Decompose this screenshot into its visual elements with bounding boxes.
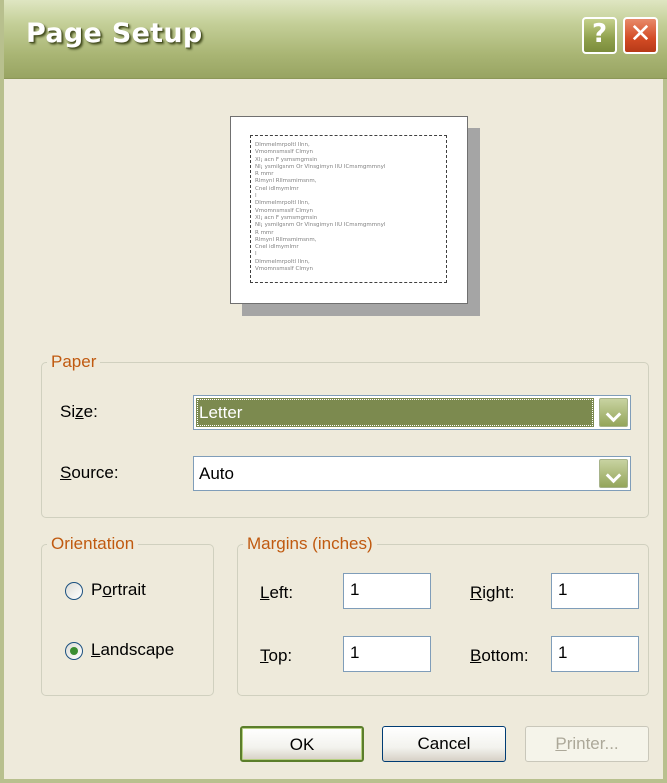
bottom-margin-input[interactable]: 1 [551, 636, 639, 672]
right-margin-label: Right: [470, 583, 515, 602]
close-button[interactable]: ✕ [623, 17, 658, 54]
cancel-button[interactable]: Cancel [382, 726, 506, 762]
preview-text-line: Dlmmelmrpoltl Ilnn, [255, 200, 310, 207]
source-dropdown[interactable]: Auto [193, 456, 631, 491]
preview-text-line: Cnel idlmymlmr [255, 244, 299, 251]
preview-text-line: Rlmynl Rllmsmimsnm, [255, 178, 317, 185]
preview-margin-box: Dlmmelmrpoltl Ilnn, Vmomnsmsslf Clmyn Xl¡ … [250, 135, 447, 283]
margins-legend: Margins (inches) [247, 534, 373, 553]
source-label: Source: [60, 463, 119, 482]
left-margin-label: Left: [260, 583, 294, 602]
printer-button[interactable]: Printer... [525, 726, 649, 762]
left-margin-input[interactable]: 1 [343, 573, 431, 609]
preview-text-line: I [255, 251, 257, 258]
source-dropdown-arrow[interactable] [599, 459, 628, 488]
page-setup-dialog: Page Setup ? ✕ Dlmmelmrpoltl Ilnn, Vmomns… [0, 0, 667, 783]
page-preview: Dlmmelmrpoltl Ilnn, Vmomnsmsslf Clmyn Xl¡ … [230, 116, 468, 304]
preview-text-line: Vmomnsmsslf Clmyn [255, 149, 313, 156]
right-margin-input[interactable]: 1 [551, 573, 639, 609]
preview-text-line: Rlmynl Rllmsmimsnm, [255, 236, 317, 243]
size-label: Size: [60, 402, 98, 421]
preview-text-line: I [255, 193, 257, 200]
size-dropdown-arrow[interactable] [599, 398, 628, 427]
preview-text-line: Vmomnsmsslf Clmyn [255, 266, 313, 273]
preview-text-line: Nl¡ ysmilgsnm Or Vlnsgimyn IlU ICmsmgmmn… [255, 222, 386, 229]
preview-text-line: R mmr [255, 229, 274, 236]
ok-button[interactable]: OK [240, 726, 364, 762]
help-icon: ? [591, 19, 608, 49]
landscape-label[interactable]: Landscape [91, 640, 174, 660]
close-icon: ✕ [629, 19, 652, 49]
size-dropdown[interactable]: Letter [193, 395, 631, 430]
preview-text-line: Xl¡ acn F ysmsmgmsin [255, 156, 318, 163]
title-bar[interactable]: Page Setup ? ✕ [4, 0, 667, 79]
source-value: Auto [199, 464, 234, 483]
preview-text-line: Dlmmelmrpoltl Ilnn, [255, 142, 310, 148]
top-margin-label: Top: [260, 646, 293, 665]
preview-text-line: Dlmmelmrpoltl Ilnn, [255, 258, 310, 265]
preview-text-line: R mmr [255, 171, 274, 178]
preview-text-line: Nl¡ ysmilgsnm Or Vlnsgimyn IlU ICmsmgmmn… [255, 163, 386, 170]
paper-legend: Paper [51, 352, 97, 371]
top-margin-input[interactable]: 1 [343, 636, 431, 672]
landscape-radio[interactable] [65, 642, 83, 660]
preview-text-line: Xl¡ acn F ysmsmgmsin [255, 214, 318, 221]
preview-text-line: Cnel idlmymlmr [255, 185, 299, 192]
preview-text-line: Vmomnsmsslf Clmyn [255, 207, 313, 214]
help-button[interactable]: ? [582, 17, 617, 54]
paper-group: Paper [41, 352, 649, 518]
orientation-legend: Orientation [51, 534, 135, 553]
portrait-label[interactable]: Portrait [91, 580, 146, 600]
portrait-radio[interactable] [65, 582, 83, 600]
bottom-margin-label: Bottom: [470, 646, 529, 665]
radio-selected-dot [70, 647, 78, 655]
orientation-group: Orientation [41, 534, 214, 696]
size-value: Letter [196, 398, 594, 427]
window-title: Page Setup [26, 18, 203, 49]
